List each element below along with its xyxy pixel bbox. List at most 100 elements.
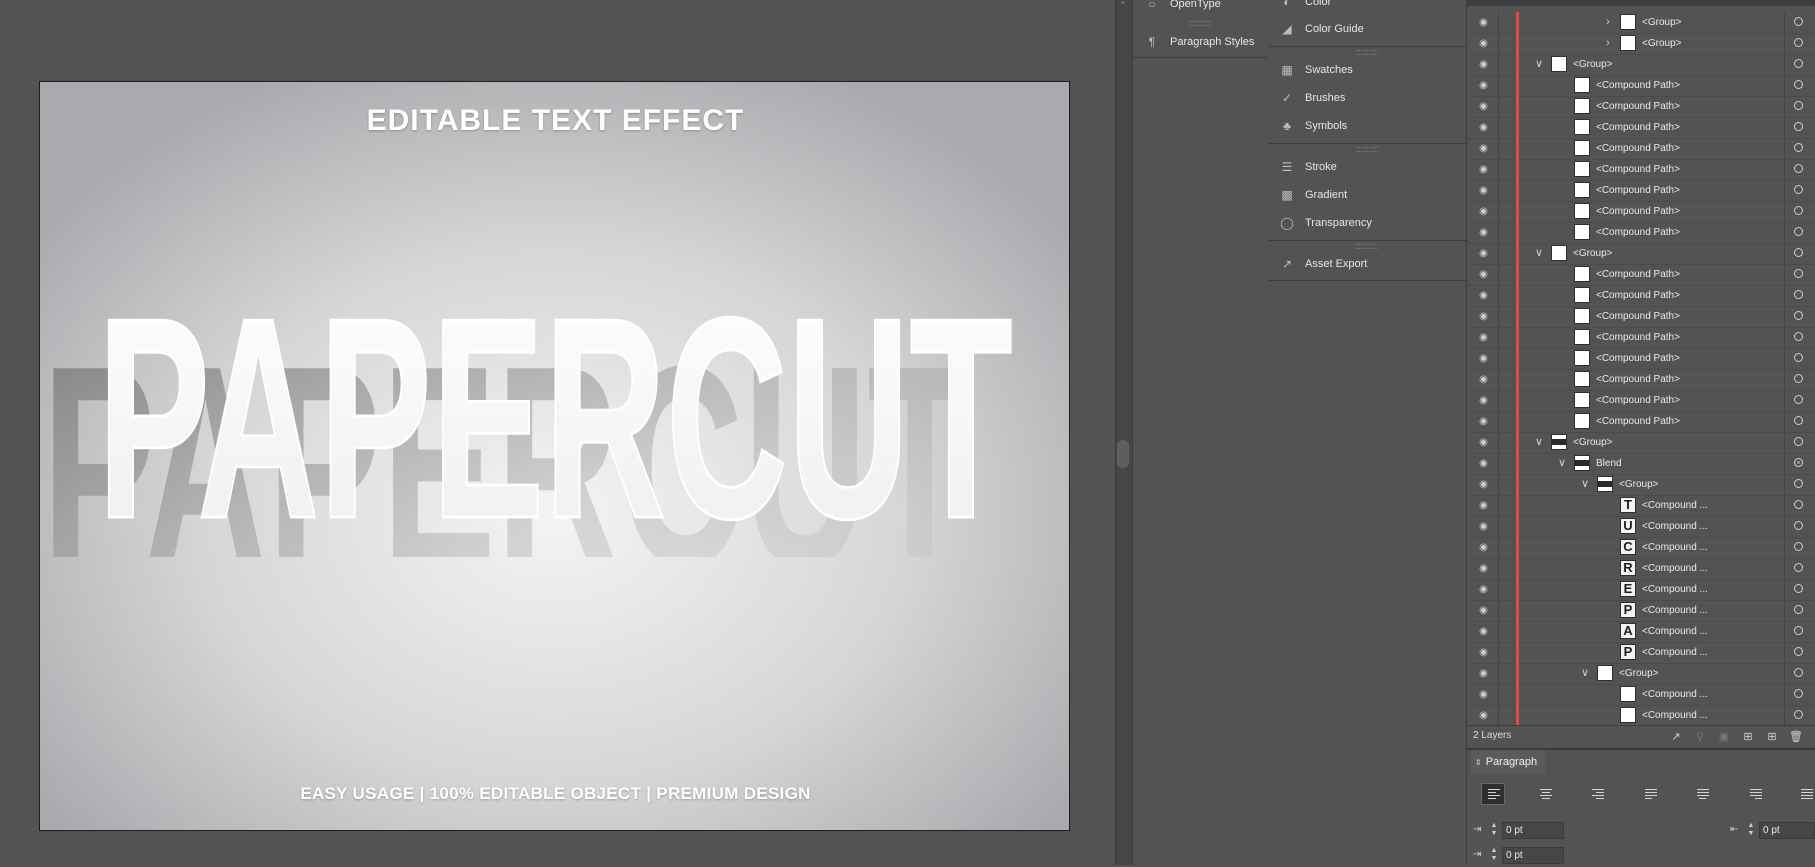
- target-circle-icon[interactable]: [1794, 458, 1803, 467]
- target-circle-icon[interactable]: [1794, 542, 1803, 551]
- lock-column[interactable]: [1498, 663, 1499, 684]
- justify-last-left-button[interactable]: [1639, 783, 1663, 805]
- layer-row[interactable]: ◉ <Compound Path>: [1467, 180, 1815, 202]
- lock-column[interactable]: [1498, 327, 1499, 348]
- layer-row[interactable]: ◉ U <Compound ...: [1467, 516, 1815, 538]
- chevron-right-icon[interactable]: ›: [1602, 33, 1614, 54]
- target-circle-icon[interactable]: [1794, 353, 1803, 362]
- target-circle-icon[interactable]: [1794, 437, 1803, 446]
- lock-column[interactable]: [1498, 159, 1499, 180]
- target-circle-icon[interactable]: [1794, 416, 1803, 425]
- visibility-eye-icon[interactable]: ◉: [1477, 709, 1490, 722]
- layer-row[interactable]: ◉ <Compound Path>: [1467, 117, 1815, 139]
- target-circle-icon[interactable]: [1794, 17, 1803, 26]
- lock-column[interactable]: [1498, 75, 1499, 96]
- visibility-eye-icon[interactable]: ◉: [1477, 688, 1490, 701]
- layer-row[interactable]: ◉ <Compound Path>: [1467, 369, 1815, 391]
- target-circle-icon[interactable]: [1794, 689, 1803, 698]
- layer-row[interactable]: ◉ <Compound Path>: [1467, 96, 1815, 118]
- target-circle-icon[interactable]: [1794, 227, 1803, 236]
- layer-name[interactable]: <Compound Path>: [1596, 327, 1680, 348]
- visibility-eye-icon[interactable]: ◉: [1477, 310, 1490, 323]
- layer-row[interactable]: ◉ ∨ Blend: [1467, 453, 1815, 475]
- target-circle-icon[interactable]: [1794, 395, 1803, 404]
- visibility-eye-icon[interactable]: ◉: [1477, 583, 1490, 596]
- layer-row[interactable]: ◉ <Compound Path>: [1467, 411, 1815, 433]
- document-canvas[interactable]: EDITABLE TEXT EFFECT PAPERCUT PAPERCUT E…: [0, 0, 1115, 865]
- target-circle-icon[interactable]: [1794, 605, 1803, 614]
- layer-row[interactable]: ◉ P <Compound ...: [1467, 600, 1815, 622]
- scroll-up-arrow-icon[interactable]: ⌃: [1117, 0, 1129, 12]
- layer-row[interactable]: ◉ R <Compound ...: [1467, 558, 1815, 580]
- panel-gradient[interactable]: ▩ Gradient: [1268, 183, 1466, 207]
- target-circle-icon[interactable]: [1794, 101, 1803, 110]
- visibility-eye-icon[interactable]: ◉: [1477, 205, 1490, 218]
- visibility-eye-icon[interactable]: ◉: [1477, 289, 1490, 302]
- right-indent-stepper[interactable]: ▲ ▼: [1747, 822, 1755, 839]
- visibility-eye-icon[interactable]: ◉: [1477, 58, 1490, 71]
- target-circle-icon[interactable]: [1794, 269, 1803, 278]
- panel-group-grip[interactable]: [1356, 50, 1378, 55]
- visibility-eye-icon[interactable]: ◉: [1477, 142, 1490, 155]
- lock-column[interactable]: [1498, 537, 1499, 558]
- justify-all-button[interactable]: [1795, 783, 1815, 805]
- lock-column[interactable]: [1498, 558, 1499, 579]
- layer-name[interactable]: <Compound Path>: [1596, 75, 1680, 96]
- visibility-eye-icon[interactable]: ◉: [1477, 247, 1490, 260]
- layer-name[interactable]: <Compound ...: [1642, 579, 1708, 600]
- target-circle-icon[interactable]: [1794, 479, 1803, 488]
- tab-paragraph[interactable]: ⇕ Paragraph: [1471, 750, 1546, 774]
- layer-name[interactable]: <Compound Path>: [1596, 180, 1680, 201]
- lock-column[interactable]: [1498, 117, 1499, 138]
- panel-color[interactable]: ◐ Color: [1268, 0, 1466, 14]
- align-left-button[interactable]: [1481, 783, 1505, 805]
- layer-name[interactable]: <Compound Path>: [1596, 138, 1680, 159]
- panel-asset-export[interactable]: ↗ Asset Export: [1268, 252, 1466, 276]
- target-circle-icon[interactable]: [1794, 185, 1803, 194]
- panel-symbols[interactable]: ♣ Symbols: [1268, 114, 1466, 138]
- visibility-eye-icon[interactable]: ◉: [1477, 184, 1490, 197]
- layer-name[interactable]: Blend: [1596, 453, 1622, 474]
- target-circle-icon[interactable]: [1794, 206, 1803, 215]
- layer-row[interactable]: ◉ <Compound ...: [1467, 684, 1815, 706]
- layer-name[interactable]: <Compound ...: [1642, 642, 1708, 663]
- lock-column[interactable]: [1498, 453, 1499, 474]
- layer-name[interactable]: <Compound ...: [1642, 684, 1708, 705]
- lock-column[interactable]: [1498, 495, 1499, 516]
- target-circle-icon[interactable]: [1794, 122, 1803, 131]
- layer-name[interactable]: <Compound ...: [1642, 558, 1708, 579]
- layer-name[interactable]: <Compound Path>: [1596, 390, 1680, 411]
- visibility-eye-icon[interactable]: ◉: [1477, 541, 1490, 554]
- lock-column[interactable]: [1498, 474, 1499, 495]
- layer-name[interactable]: <Compound ...: [1642, 621, 1708, 642]
- layer-row[interactable]: ◉ <Compound Path>: [1467, 390, 1815, 412]
- lock-column[interactable]: [1498, 348, 1499, 369]
- layer-row[interactable]: ◉ <Compound Path>: [1467, 348, 1815, 370]
- layer-name[interactable]: <Compound Path>: [1596, 369, 1680, 390]
- chevron-right-icon[interactable]: ›: [1602, 12, 1614, 33]
- target-circle-icon[interactable]: [1794, 626, 1803, 635]
- right-indent-input[interactable]: 0 pt: [1759, 822, 1815, 839]
- layer-row[interactable]: ◉ › <Group>: [1467, 33, 1815, 55]
- visibility-eye-icon[interactable]: ◉: [1477, 415, 1490, 428]
- chevron-down-icon[interactable]: ∨: [1556, 453, 1568, 474]
- lock-column[interactable]: [1498, 306, 1499, 327]
- layer-name[interactable]: <Compound ...: [1642, 537, 1708, 558]
- visibility-eye-icon[interactable]: ◉: [1477, 457, 1490, 470]
- layer-name[interactable]: <Compound Path>: [1596, 159, 1680, 180]
- visibility-eye-icon[interactable]: ◉: [1477, 394, 1490, 407]
- layer-name[interactable]: <Group>: [1573, 243, 1612, 264]
- target-circle-icon[interactable]: [1794, 584, 1803, 593]
- chevron-down-icon[interactable]: ∨: [1579, 474, 1591, 495]
- target-circle-icon[interactable]: [1794, 563, 1803, 572]
- trash-icon[interactable]: 🗑: [1789, 730, 1803, 744]
- target-circle-icon[interactable]: [1794, 374, 1803, 383]
- layer-name[interactable]: <Compound ...: [1642, 516, 1708, 537]
- layer-row[interactable]: ◉ <Compound Path>: [1467, 264, 1815, 286]
- layer-name[interactable]: <Compound ...: [1642, 600, 1708, 621]
- create-sublayer-icon[interactable]: ⊞: [1741, 730, 1755, 744]
- lock-column[interactable]: [1498, 411, 1499, 432]
- layer-name[interactable]: <Group>: [1619, 474, 1658, 495]
- lock-column[interactable]: [1498, 33, 1499, 54]
- visibility-eye-icon[interactable]: ◉: [1477, 331, 1490, 344]
